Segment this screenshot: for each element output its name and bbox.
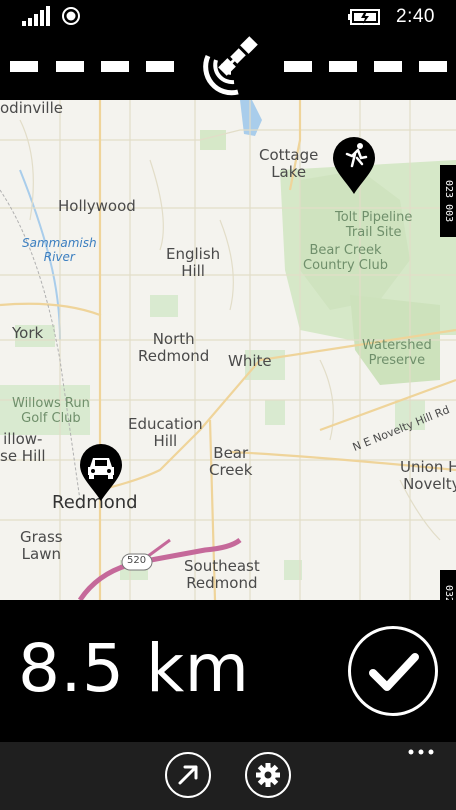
place-label-union-hill: Union Hi Novelty (400, 458, 456, 493)
place-label-education-hill: Education Hill (128, 415, 203, 450)
gear-icon (256, 763, 280, 787)
track-dash (419, 61, 447, 72)
track-dash (56, 61, 84, 72)
distance-readout: 8.5 km (18, 630, 250, 707)
place-label-willows-run: Willows Run Golf Club (12, 396, 90, 426)
track-dash (374, 61, 402, 72)
place-label-bear-creek-cc: Bear Creek Country Club (303, 243, 388, 273)
runner-location-pin-icon[interactable] (331, 136, 377, 196)
result-panel: 8.5 km (0, 600, 456, 742)
signal-strength-icon (22, 6, 50, 26)
car-location-pin-icon[interactable] (78, 443, 124, 503)
track-dash (10, 61, 38, 72)
confirm-button[interactable] (348, 626, 438, 716)
more-options-icon[interactable] (406, 744, 436, 760)
status-bar: 2:40 (0, 0, 456, 34)
place-label-north-redmond: North Redmond (138, 330, 210, 365)
place-label-watershed: Watershed Preserve (362, 338, 432, 368)
track-dash (101, 61, 129, 72)
place-label-bear-creek: Bear Creek (209, 444, 253, 479)
highway-shield-520: 520 (127, 555, 147, 566)
place-label-york: York (12, 324, 44, 342)
location-icon (62, 7, 80, 25)
track-dash (146, 61, 174, 72)
place-label-hollywood: Hollywood (58, 197, 136, 215)
clock: 2:40 (396, 6, 435, 27)
place-label-southeast-redmond: Southeast Redmond (184, 557, 260, 592)
track-dash (284, 61, 312, 72)
map-view[interactable]: odinville Cottage Lake Hollywood Sammami… (0, 100, 456, 600)
navigate-button[interactable] (165, 752, 211, 798)
place-label-tolt-pipeline: Tolt Pipeline Trail Site (335, 210, 413, 240)
app-bar (0, 742, 456, 810)
place-label-woodinville: odinville (0, 100, 63, 117)
map-edge-code-top: 023 003 (440, 165, 456, 237)
battery-charging-icon (348, 9, 380, 25)
place-label-english-hill: English Hill (166, 245, 221, 280)
place-label-willows-hill: illow- se Hill (0, 430, 46, 465)
place-label-sammamish-river: Sammamish River (22, 236, 97, 264)
app-header (0, 34, 456, 100)
checkmark-icon (369, 653, 419, 691)
place-label-white: White (228, 352, 272, 370)
settings-button[interactable] (245, 752, 291, 798)
track-dash (329, 61, 357, 72)
place-label-grass-lawn: Grass Lawn (20, 528, 63, 563)
satellite-logo-icon (203, 36, 258, 96)
place-label-cottage-lake: Cottage Lake (259, 146, 319, 181)
arrow-up-right-icon (178, 765, 198, 785)
